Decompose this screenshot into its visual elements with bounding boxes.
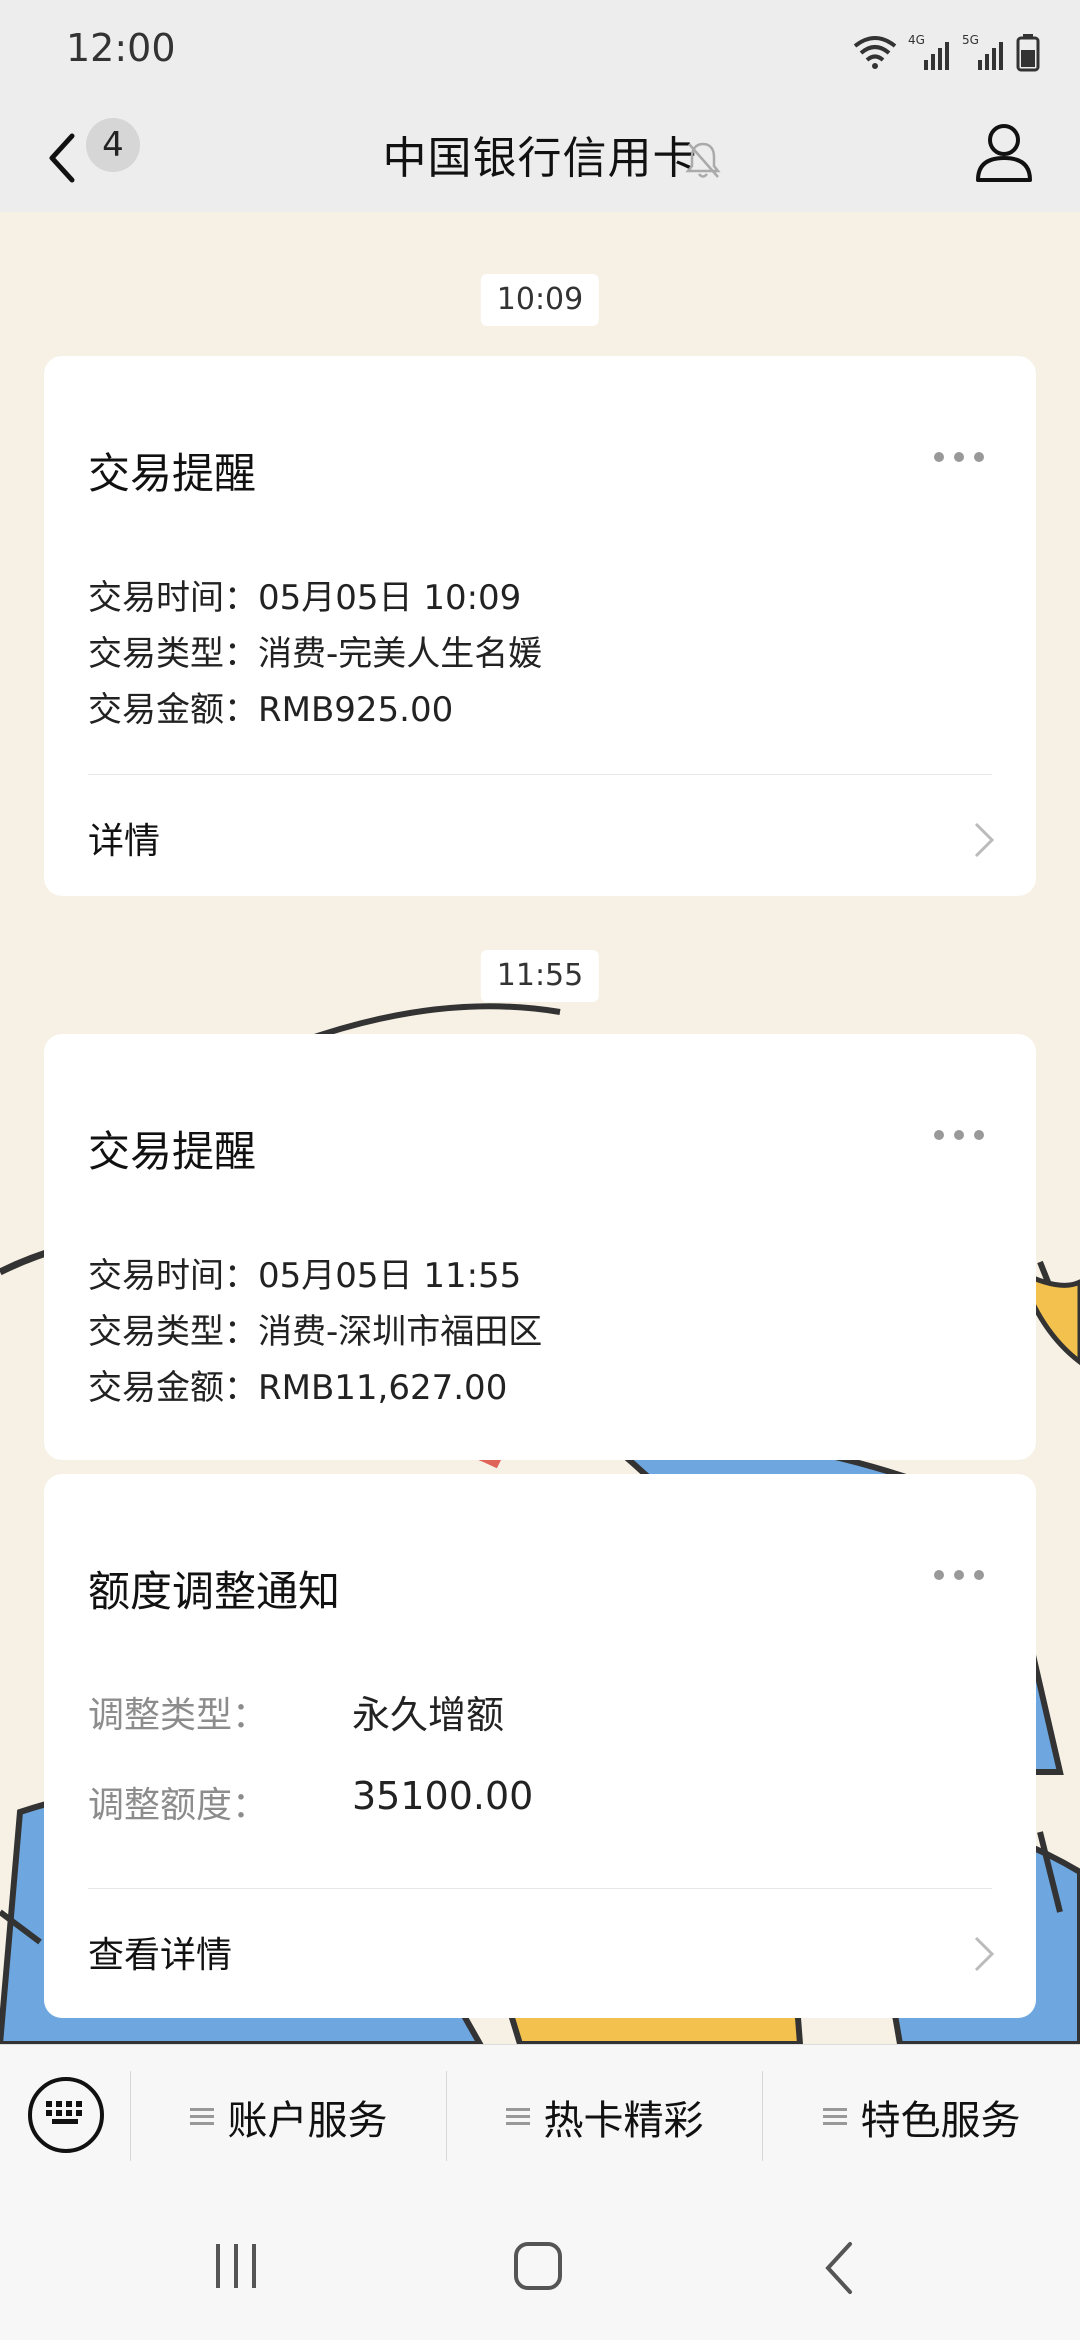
more-options-icon[interactable] xyxy=(932,1128,986,1142)
signal-5g-icon: 5G xyxy=(962,33,1003,70)
keyboard-toggle-button[interactable] xyxy=(28,2077,104,2153)
transaction-amount: 交易金额：RMB11,627.00 xyxy=(88,1368,508,1408)
page-title: 中国银行信用卡 xyxy=(382,133,698,184)
transaction-type: 交易类型：消费-完美人生名媛 xyxy=(88,634,543,674)
divider xyxy=(88,774,992,775)
view-details-link[interactable]: 查看详情 xyxy=(88,1926,232,1978)
menu-list-icon xyxy=(822,2108,847,2125)
credit-limit-adjustment-card[interactable]: 额度调整通知 调整类型： 永久增额 调整额度： 35100.00 查看详情 xyxy=(44,1474,1036,2018)
system-back-icon[interactable] xyxy=(820,2240,860,2296)
card-title: 交易提醒 xyxy=(88,1127,257,1176)
divider xyxy=(88,1888,992,1889)
menu-account-services[interactable]: 账户服务 xyxy=(131,2045,446,2189)
wifi-icon xyxy=(853,36,897,69)
battery-icon xyxy=(1016,34,1040,72)
profile-icon[interactable] xyxy=(974,120,1034,184)
chat-header: 4 中国银行信用卡 xyxy=(0,104,1080,212)
menu-label: 特色服务 xyxy=(860,2098,1021,2144)
adjust-amount-label: 调整额度： xyxy=(88,1785,269,1826)
status-icons: 4G 5G xyxy=(852,30,1040,74)
transaction-alert-card[interactable]: 交易提醒 交易时间：05月05日 11:55 交易类型：消费-深圳市福田区 交易… xyxy=(44,1034,1036,1460)
network-5g-label: 5G xyxy=(962,33,979,47)
keyboard-icon xyxy=(46,2101,82,2124)
transaction-amount: 交易金额：RMB925.00 xyxy=(88,690,454,730)
adjust-type-value: 永久增额 xyxy=(352,1693,505,1737)
message-timestamp: 11:55 xyxy=(480,950,600,1002)
card-title: 额度调整通知 xyxy=(88,1567,341,1616)
chevron-right-icon xyxy=(974,1936,995,1972)
menu-list-icon xyxy=(505,2108,530,2125)
transaction-alert-card[interactable]: 交易提醒 交易时间：05月05日 10:09 交易类型：消费-完美人生名媛 交易… xyxy=(44,356,1036,896)
menu-hot-cards[interactable]: 热卡精彩 xyxy=(447,2045,762,2189)
more-options-icon[interactable] xyxy=(932,1568,986,1582)
transaction-time: 交易时间：05月05日 11:55 xyxy=(88,1256,522,1296)
adjust-amount-value: 35100.00 xyxy=(352,1774,534,1818)
bottom-menu: 账户服务 热卡精彩 特色服务 xyxy=(0,2044,1080,2189)
transaction-time: 交易时间：05月05日 10:09 xyxy=(88,578,522,618)
muted-bell-icon xyxy=(685,142,721,178)
more-options-icon[interactable] xyxy=(932,450,986,464)
recent-apps-icon[interactable] xyxy=(212,2240,262,2290)
signal-4g-icon: 4G xyxy=(908,33,949,70)
message-timestamp: 10:09 xyxy=(480,274,600,326)
menu-label: 热卡精彩 xyxy=(543,2098,704,2144)
details-link[interactable]: 详情 xyxy=(88,812,160,864)
status-bar: 12:00 4G 5G xyxy=(0,0,1080,104)
menu-list-icon xyxy=(189,2108,214,2125)
adjust-type-label: 调整类型： xyxy=(88,1695,269,1736)
chevron-right-icon xyxy=(974,822,995,858)
home-icon[interactable] xyxy=(512,2240,568,2296)
card-title: 交易提醒 xyxy=(88,449,257,498)
system-nav-bar xyxy=(0,2188,1080,2340)
message-list[interactable]: 10:09 交易提醒 交易时间：05月05日 10:09 交易类型：消费-完美人… xyxy=(0,212,1080,2044)
transaction-type: 交易类型：消费-深圳市福田区 xyxy=(88,1312,543,1352)
menu-label: 账户服务 xyxy=(227,2098,388,2144)
status-time: 12:00 xyxy=(66,26,176,70)
network-4g-label: 4G xyxy=(908,33,925,47)
menu-special-services[interactable]: 特色服务 xyxy=(763,2045,1080,2189)
